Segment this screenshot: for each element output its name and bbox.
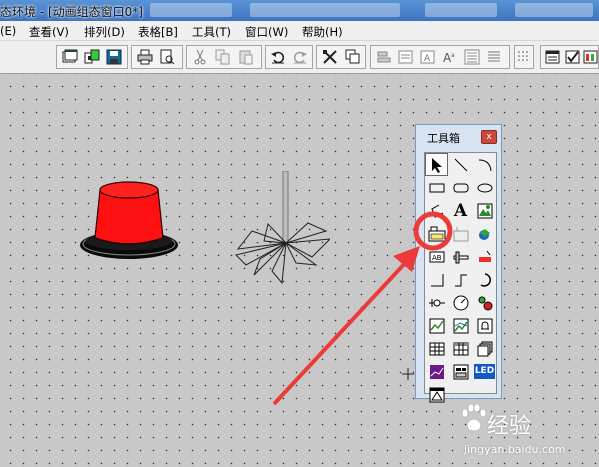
arrow-shaft xyxy=(272,258,410,406)
watermark: 经验 jingyan.baidu.com xyxy=(440,400,590,462)
annotation-overlay xyxy=(272,211,453,406)
watermark-url: jingyan.baidu.com xyxy=(464,443,566,456)
highlight-circle xyxy=(413,211,453,251)
arrow-head xyxy=(393,246,420,272)
watermark-name: 经验 xyxy=(487,414,532,439)
paw-icon xyxy=(461,404,486,432)
